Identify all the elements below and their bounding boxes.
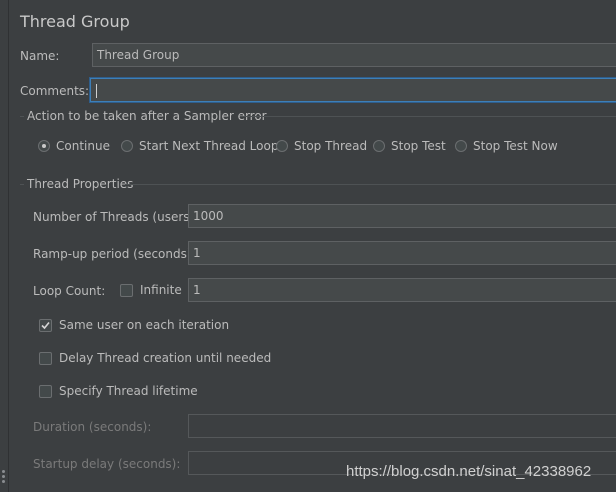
checkbox-icon: [39, 351, 52, 365]
ramp-up-label: Ramp-up period (seconds):: [33, 247, 196, 261]
name-input[interactable]: Thread Group: [92, 43, 616, 67]
group-border-right: [125, 184, 616, 185]
group-border-right: [240, 116, 616, 117]
radio-icon: [373, 140, 385, 152]
checkbox-icon: [120, 283, 133, 297]
group-border-left: [20, 116, 24, 117]
ramp-up-input[interactable]: 1: [188, 241, 616, 265]
startup-delay-label: Startup delay (seconds):: [33, 457, 181, 471]
group-border-left: [20, 184, 24, 185]
duration-label: Duration (seconds):: [33, 420, 152, 434]
radio-continue-label: Continue: [56, 139, 110, 153]
same-user-label: Same user on each iteration: [59, 318, 230, 332]
text-caret: [96, 83, 97, 98]
specify-lifetime-label: Specify Thread lifetime: [59, 384, 198, 398]
radio-icon: [455, 140, 467, 152]
thread-properties-legend: Thread Properties: [27, 177, 134, 191]
num-threads-label: Number of Threads (users):: [33, 210, 199, 224]
radio-stop-test-now[interactable]: Stop Test Now: [455, 139, 558, 153]
radio-start-next-thread-loop[interactable]: Start Next Thread Loop: [121, 139, 278, 153]
num-threads-input[interactable]: 1000: [188, 204, 616, 228]
checkbox-checked-icon: [39, 318, 52, 332]
comments-label: Comments:: [20, 84, 90, 98]
radio-stop-thread-label: Stop Thread: [294, 139, 368, 153]
radio-stop-test-label: Stop Test: [391, 139, 446, 153]
infinite-checkbox[interactable]: Infinite: [120, 283, 182, 297]
comments-input[interactable]: [90, 78, 616, 102]
delay-thread-creation-checkbox[interactable]: Delay Thread creation until needed: [39, 351, 271, 365]
name-label: Name:: [20, 49, 60, 63]
delay-creation-label: Delay Thread creation until needed: [59, 351, 272, 365]
checkbox-icon: [39, 384, 52, 398]
drag-handle[interactable]: [2, 470, 5, 483]
radio-start-next-label: Start Next Thread Loop: [139, 139, 279, 153]
radio-selected-icon: [38, 140, 50, 152]
duration-input[interactable]: [188, 414, 616, 438]
left-panel-edge: [0, 0, 9, 492]
radio-stop-test-now-label: Stop Test Now: [473, 139, 558, 153]
specify-lifetime-checkbox[interactable]: Specify Thread lifetime: [39, 384, 198, 398]
sampler-error-legend: Action to be taken after a Sampler error: [27, 109, 267, 123]
radio-continue[interactable]: Continue: [38, 139, 110, 153]
radio-icon: [276, 140, 288, 152]
loop-count-input[interactable]: 1: [188, 278, 616, 302]
radio-stop-test[interactable]: Stop Test: [373, 139, 446, 153]
watermark: https://blog.csdn.net/sinat_42338962: [346, 463, 592, 480]
page-title: Thread Group: [20, 12, 130, 31]
radio-icon: [121, 140, 133, 152]
loop-count-label: Loop Count:: [33, 284, 106, 298]
infinite-label: Infinite: [140, 283, 182, 297]
same-user-checkbox[interactable]: Same user on each iteration: [39, 318, 229, 332]
radio-stop-thread[interactable]: Stop Thread: [276, 139, 367, 153]
